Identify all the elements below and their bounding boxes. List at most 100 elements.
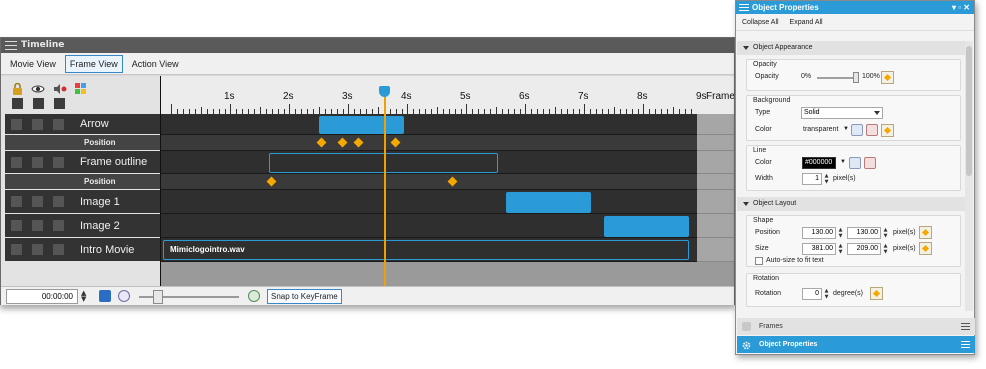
keyframe-button[interactable] <box>881 124 894 137</box>
audio-toggle[interactable] <box>53 118 64 130</box>
keyframe-button[interactable] <box>919 226 932 239</box>
clip-image-1[interactable] <box>506 192 591 213</box>
line-color-swatch[interactable]: #000000 <box>802 157 836 169</box>
size-h-stepper-icon[interactable]: ▲ ▼ <box>882 243 889 255</box>
object-properties-bar[interactable]: Object Properties <box>737 336 975 353</box>
lock-toggle[interactable] <box>11 196 22 207</box>
layer-row-frame-outline[interactable]: Frame outline <box>5 151 161 173</box>
time-input[interactable]: 00:00:00 <box>6 289 78 304</box>
color-fill-icon[interactable] <box>849 157 861 169</box>
position-x-input[interactable]: 130.00 <box>802 227 836 239</box>
opacity-slider[interactable] <box>817 77 857 79</box>
eye-icon[interactable] <box>31 84 45 97</box>
audio-toggle[interactable] <box>53 196 64 207</box>
keyframe[interactable] <box>337 137 348 148</box>
film-icon[interactable] <box>99 290 111 302</box>
lock-toggle[interactable] <box>11 118 22 130</box>
layer-row-intro-movie[interactable]: Intro Movie <box>5 238 161 261</box>
clip-intro-movie[interactable]: Mimiclogointro.wav <box>163 240 689 260</box>
time-ruler[interactable]: Frame 1s 2s 3s 4s 5s 6s 7s 8s 9s <box>161 76 734 114</box>
audio-all-toggle[interactable] <box>54 98 65 109</box>
visibility-toggle[interactable] <box>32 156 43 168</box>
audio-toggle[interactable] <box>53 244 64 255</box>
track-frame-outline-position[interactable] <box>161 174 697 190</box>
visibility-toggle[interactable] <box>32 220 43 231</box>
close-icon[interactable]: ✕ <box>963 3 970 12</box>
pin-icon[interactable]: ▾ <box>952 3 956 12</box>
lock-all-toggle[interactable] <box>12 98 23 109</box>
lock-icon[interactable] <box>12 82 23 98</box>
layer-row-arrow[interactable]: Arrow <box>5 114 161 134</box>
eyedropper-icon[interactable] <box>866 124 878 136</box>
chevron-down-icon[interactable]: ▼ <box>840 159 846 165</box>
props-scrollbar[interactable] <box>965 41 973 311</box>
clip-arrow[interactable] <box>319 116 404 134</box>
section-object-appearance[interactable]: Object Appearance <box>737 41 965 55</box>
keyframe[interactable] <box>316 137 327 148</box>
menu-icon[interactable] <box>961 323 970 332</box>
lock-toggle[interactable] <box>11 220 22 231</box>
audio-toggle[interactable] <box>53 220 64 231</box>
layer-row-image-2[interactable]: Image 2 <box>5 214 161 237</box>
opacity-slider-thumb[interactable] <box>853 72 859 83</box>
track-arrow-position[interactable] <box>161 135 697 151</box>
menu-icon[interactable] <box>5 41 17 50</box>
float-icon[interactable]: ▫ <box>958 3 961 12</box>
keyframe[interactable] <box>353 137 364 148</box>
layer-subrow-position[interactable]: Position <box>5 135 161 150</box>
width-stepper-icon[interactable]: ▲ ▼ <box>823 173 830 185</box>
eyedropper-icon[interactable] <box>864 157 876 169</box>
color-grid-icon[interactable] <box>75 83 86 97</box>
color-fill-icon[interactable] <box>851 124 863 136</box>
audio-toggle[interactable] <box>53 156 64 168</box>
keyframe-button[interactable] <box>881 71 894 84</box>
tab-frame-view[interactable]: Frame View <box>64 54 123 73</box>
frames-panel-bar[interactable]: Frames <box>737 318 975 335</box>
lock-toggle[interactable] <box>11 156 22 168</box>
tab-movie-view[interactable]: Movie View <box>5 55 61 73</box>
track-intro-movie[interactable]: Mimiclogointro.wav <box>161 238 697 262</box>
layer-subrow-position[interactable]: Position <box>5 174 161 189</box>
size-w-stepper-icon[interactable]: ▲ ▼ <box>837 243 844 255</box>
lock-toggle[interactable] <box>11 244 22 255</box>
keyframe[interactable] <box>447 176 458 187</box>
autosize-checkbox[interactable] <box>755 257 763 265</box>
layer-row-image-1[interactable]: Image 1 <box>5 190 161 213</box>
chevron-down-icon[interactable]: ▼ <box>843 126 849 132</box>
rotation-input[interactable]: 0 <box>802 288 822 300</box>
position-y-stepper-icon[interactable]: ▲ ▼ <box>882 227 889 239</box>
keyframe[interactable] <box>266 176 277 187</box>
track-arrow[interactable] <box>161 114 697 135</box>
position-x-stepper-icon[interactable]: ▲ ▼ <box>837 227 844 239</box>
audio-icon[interactable] <box>53 84 67 97</box>
expand-all-link[interactable]: Expand All <box>790 19 823 26</box>
track-image-2[interactable] <box>161 214 697 238</box>
visibility-toggle[interactable] <box>32 118 43 130</box>
position-y-input[interactable]: 130.00 <box>847 227 881 239</box>
visibility-toggle[interactable] <box>32 244 43 255</box>
size-w-input[interactable]: 381.00 <box>802 243 836 255</box>
width-input[interactable]: 1 <box>802 173 822 185</box>
keyframe-button[interactable] <box>870 287 883 300</box>
tab-action-view[interactable]: Action View <box>127 55 184 73</box>
playhead-handle[interactable] <box>379 86 390 97</box>
section-object-layout[interactable]: Object Layout <box>737 197 965 211</box>
track-image-1[interactable] <box>161 190 697 214</box>
rotation-stepper-icon[interactable]: ▲ ▼ <box>823 288 830 300</box>
snap-to-keyframe-button[interactable]: Snap to KeyFrame <box>267 289 342 304</box>
keyframe-button[interactable] <box>919 242 932 255</box>
zoom-slider-thumb[interactable] <box>153 290 163 304</box>
type-select[interactable]: Solid <box>801 107 883 119</box>
visibility-toggle[interactable] <box>32 196 43 207</box>
clock-icon[interactable] <box>118 290 130 302</box>
zoom-in-icon[interactable] <box>248 290 260 302</box>
scrollbar-thumb[interactable] <box>966 46 972 176</box>
collapse-all-link[interactable]: Collapse All <box>742 19 779 26</box>
visibility-all-toggle[interactable] <box>33 98 44 109</box>
playhead[interactable] <box>384 88 386 286</box>
menu-icon[interactable] <box>961 341 970 350</box>
menu-icon[interactable] <box>739 4 749 13</box>
size-h-input[interactable]: 209.00 <box>847 243 881 255</box>
keyframe[interactable] <box>390 137 401 148</box>
track-frame-outline[interactable] <box>161 151 697 174</box>
